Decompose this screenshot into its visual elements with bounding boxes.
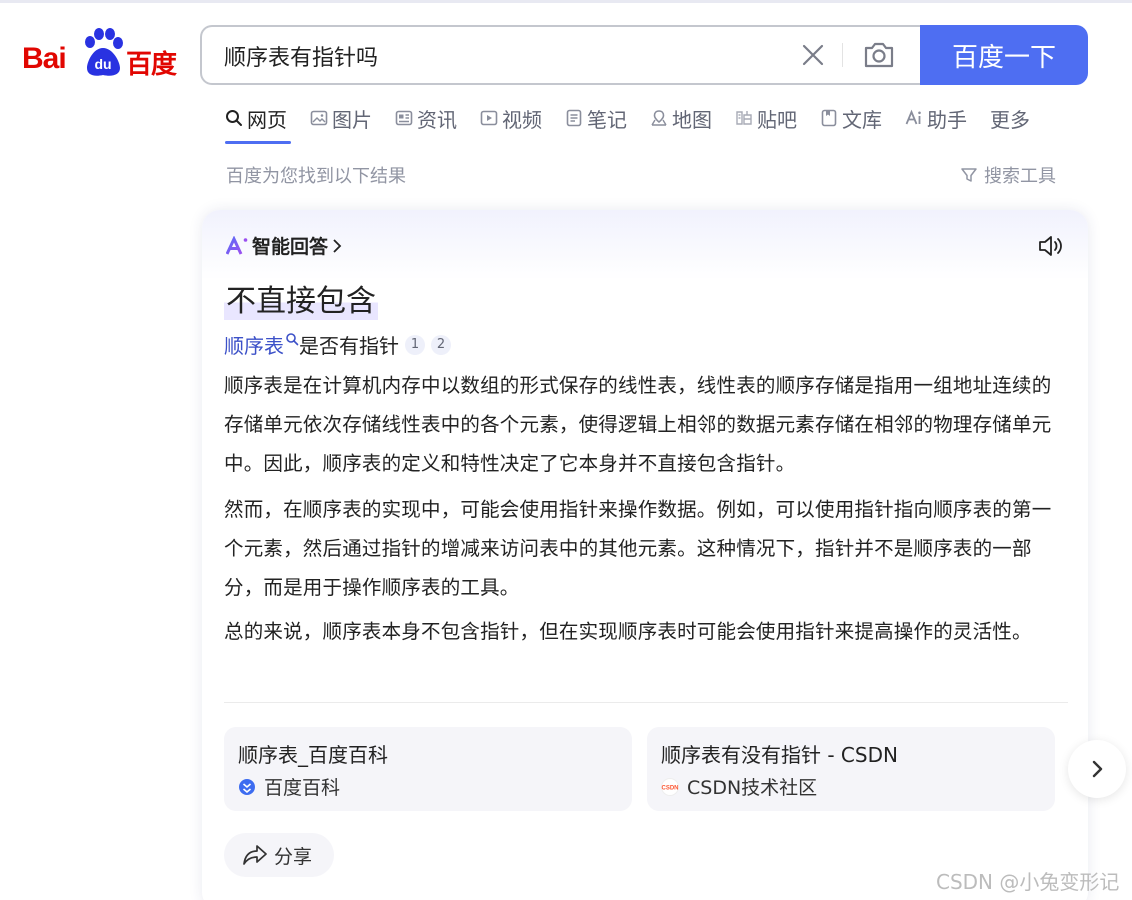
- next-sources-button[interactable]: [1068, 740, 1126, 798]
- paw-text: du: [94, 56, 111, 72]
- svg-text:CSDN: CSDN: [661, 785, 678, 791]
- top-border: [0, 0, 1132, 3]
- source-site-name: CSDN技术社区: [687, 777, 818, 799]
- map-icon: [651, 110, 667, 126]
- tab-map[interactable]: 地图: [650, 104, 712, 132]
- entity-link[interactable]: 顺序表: [224, 330, 284, 359]
- news-icon: [395, 110, 413, 126]
- search-divider: [842, 43, 843, 67]
- answer-paragraph: 顺序表是在计算机内存中以数组的形式保存的线性表，线性表的顺序存储是指用一组地址连…: [224, 374, 1052, 475]
- answer-subtitle: 顺序表 是否有指针 1 2: [224, 330, 451, 359]
- answer-paragraph: 然而，在顺序表的实现中，可能会使用指针来操作数据。例如，可以使用指针指向顺序表的…: [224, 498, 1052, 599]
- tab-video[interactable]: 视频: [480, 104, 542, 132]
- image-icon: [310, 110, 328, 126]
- source-card-csdn[interactable]: 顺序表有没有指针 - CSDN CSDN CSDN技术社区: [647, 727, 1055, 811]
- source-title: 顺序表有没有指针 - CSDN: [661, 743, 898, 767]
- filter-icon: [961, 168, 977, 182]
- tab-label: 贴吧: [757, 107, 797, 132]
- results-info: 百度为您找到以下结果: [226, 166, 406, 187]
- tab-label: 网页: [247, 107, 287, 132]
- source-title: 顺序表_百度百科: [238, 743, 388, 767]
- tab-tieba[interactable]: 贴吧: [735, 104, 797, 132]
- source-card-baike[interactable]: 顺序表_百度百科 百度百科: [224, 727, 632, 811]
- search-input[interactable]: [224, 41, 784, 71]
- tab-images[interactable]: 图片: [310, 104, 372, 132]
- ai-answer-label: 智能回答: [252, 236, 329, 258]
- share-button[interactable]: 分享: [224, 833, 334, 877]
- paw-icon: du: [85, 28, 123, 76]
- baidu-logo[interactable]: Bai du 百度: [22, 28, 182, 80]
- active-tab-indicator: [225, 141, 291, 144]
- csdn-icon: CSDN: [661, 777, 679, 796]
- tab-web[interactable]: 网页: [225, 104, 287, 132]
- source-site: 百度百科: [238, 773, 340, 800]
- note-icon: [566, 109, 582, 127]
- ai-logo-icon: [226, 235, 248, 255]
- search-button[interactable]: 百度一下: [920, 25, 1088, 85]
- tab-notes[interactable]: 笔记: [565, 104, 627, 132]
- ai-answer-header[interactable]: 智能回答: [226, 232, 344, 259]
- source-site-name: 百度百科: [264, 777, 341, 799]
- tab-more[interactable]: 更多: [990, 104, 1030, 132]
- library-icon: [821, 109, 837, 127]
- tab-library[interactable]: 文库: [820, 104, 882, 132]
- search-tabs: 网页 图片 资讯 视频 笔记 地图 贴吧 文库 助手 更多: [225, 104, 1053, 144]
- tab-news[interactable]: 资讯: [395, 104, 457, 132]
- tab-label: 图片: [332, 107, 372, 132]
- citation-badge[interactable]: 1: [405, 334, 425, 355]
- search-icon: [226, 110, 242, 126]
- logo-chinese-text: 百度: [126, 50, 177, 80]
- search-tools-label: 搜索工具: [984, 166, 1056, 187]
- search-box: [200, 25, 924, 85]
- chevron-right-icon: [333, 238, 342, 253]
- search-icon: [286, 332, 299, 345]
- divider: [224, 702, 1068, 703]
- ai-icon: [905, 109, 921, 125]
- share-label: 分享: [274, 845, 313, 868]
- tab-label: 文库: [842, 107, 882, 132]
- citation-badge[interactable]: 2: [431, 334, 451, 355]
- clear-icon[interactable]: [800, 42, 826, 68]
- tab-label: 资讯: [417, 107, 457, 132]
- speaker-icon[interactable]: [1036, 232, 1064, 260]
- tab-label: 助手: [927, 107, 967, 132]
- watermark: CSDN @小兔变形记: [936, 870, 1120, 894]
- chevron-right-icon: [1092, 760, 1103, 778]
- camera-icon[interactable]: [862, 39, 896, 71]
- search-tools-button[interactable]: 搜索工具: [960, 162, 1056, 188]
- share-icon: [243, 845, 267, 865]
- answer-paragraph: 总的来说，顺序表本身不包含指针，但在实现顺序表时可能会使用指针来提高操作的灵活性…: [224, 620, 1032, 643]
- tab-label: 笔记: [587, 107, 627, 132]
- video-icon: [480, 110, 498, 126]
- baike-icon: [239, 778, 255, 795]
- tab-label: 地图: [672, 107, 712, 132]
- tab-label: 视频: [502, 107, 542, 132]
- ai-answer-card: 智能回答 不直接包含 顺序表 是否有指针 1 2 顺序表是在计算机内存中以数组的…: [202, 210, 1088, 900]
- logo-latin-text: Bai: [22, 42, 67, 75]
- subtitle-text: 是否有指针: [299, 334, 399, 358]
- tieba-icon: [736, 111, 752, 125]
- source-site: CSDN CSDN技术社区: [661, 773, 817, 800]
- tab-assistant[interactable]: 助手: [905, 104, 967, 132]
- tab-label: 更多: [990, 107, 1030, 132]
- answer-title: 不直接包含: [224, 276, 378, 320]
